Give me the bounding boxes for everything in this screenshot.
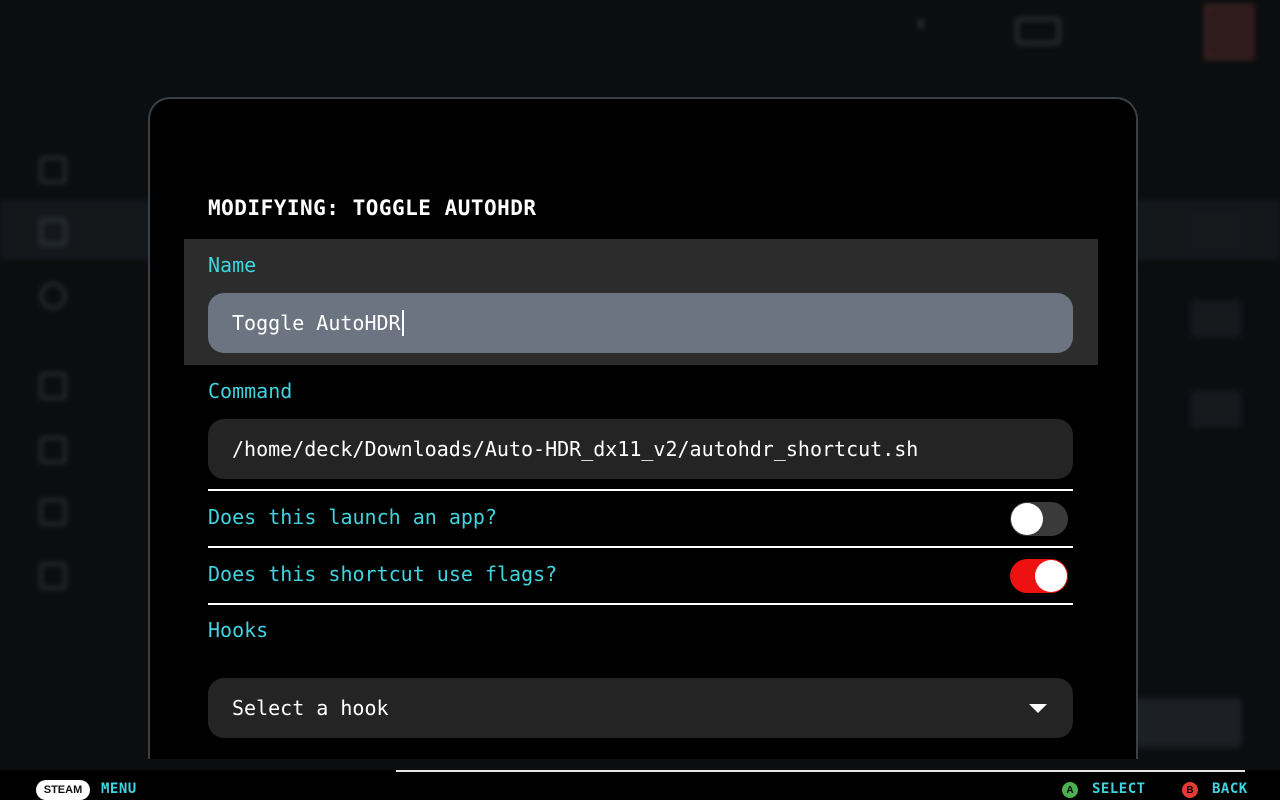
footer [0, 770, 1280, 800]
name-input[interactable]: Toggle AutoHDR [208, 293, 1073, 353]
toggle-knob [1011, 503, 1043, 535]
avatar [1204, 4, 1254, 60]
nav-icon [40, 157, 66, 183]
select-hint[interactable]: SELECT [1092, 781, 1146, 797]
a-button-icon: A [1062, 782, 1078, 798]
hooks-label: Hooks [208, 618, 269, 642]
hooks-dropdown[interactable]: Select a hook [208, 678, 1073, 738]
divider [208, 603, 1073, 605]
nav-icon [40, 373, 66, 399]
background-pill [1190, 300, 1242, 338]
background-topbar: ⬇ [0, 0, 1280, 60]
name-field-label: Name [208, 253, 257, 277]
chevron-down-icon [1029, 704, 1047, 713]
use-flags-label: Does this shortcut use flags? [208, 562, 558, 586]
divider [208, 546, 1073, 548]
modal-title: MODIFYING: TOGGLE AUTOHDR [208, 196, 537, 220]
nav-icon [40, 499, 66, 525]
name-field-panel: Name Toggle AutoHDR [184, 239, 1098, 365]
use-flags-toggle[interactable] [1010, 559, 1068, 593]
command-field-label: Command [208, 379, 293, 403]
download-icon: ⬇ [916, 14, 926, 33]
nav-icon [40, 437, 66, 463]
name-input-value: Toggle AutoHDR [232, 311, 401, 335]
menu-label: MENU [101, 781, 137, 797]
nav-icon [40, 283, 66, 309]
toggle-knob [1035, 560, 1067, 592]
steam-button[interactable]: STEAM [36, 780, 90, 800]
nav-icon [40, 563, 66, 589]
launch-app-toggle[interactable] [1010, 502, 1068, 536]
back-hint[interactable]: BACK [1212, 781, 1248, 797]
hooks-dropdown-value: Select a hook [232, 696, 389, 720]
text-caret [401, 310, 404, 336]
battery-icon [1016, 18, 1060, 44]
divider [208, 489, 1073, 491]
launch-app-label: Does this launch an app? [208, 505, 497, 529]
command-input[interactable]: /home/deck/Downloads/Auto-HDR_dx11_v2/au… [208, 419, 1073, 479]
command-field-panel: Command /home/deck/Downloads/Auto-HDR_dx… [184, 365, 1098, 485]
nav-icon [40, 219, 66, 245]
background-pill [1190, 211, 1242, 249]
edit-shortcut-modal: MODIFYING: TOGGLE AUTOHDR Name Toggle Au… [148, 97, 1138, 759]
command-input-value: /home/deck/Downloads/Auto-HDR_dx11_v2/au… [232, 437, 919, 461]
footer-divider [396, 770, 1245, 772]
b-button-icon: B [1182, 782, 1198, 798]
